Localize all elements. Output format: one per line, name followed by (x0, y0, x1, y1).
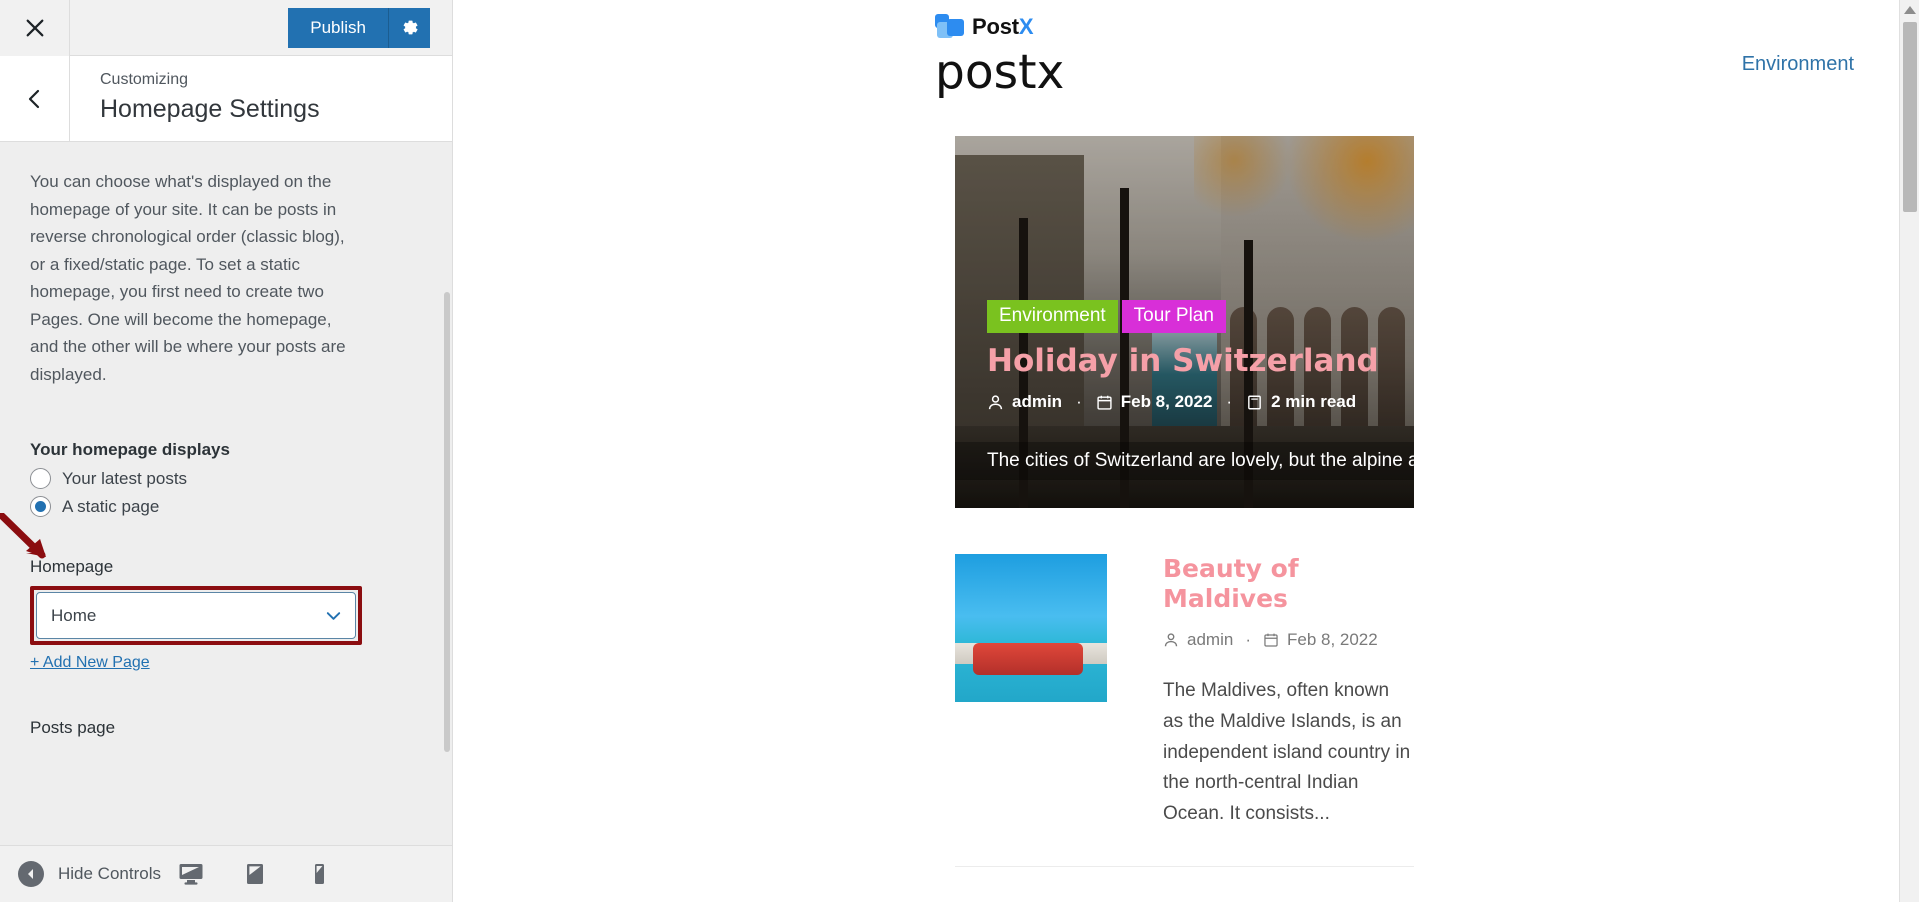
site-preview: PostX postx Environment Environment Tour… (453, 0, 1919, 902)
site-title: postx (935, 45, 1065, 100)
read-time-icon (1248, 395, 1261, 409)
panel-description: You can choose what's displayed on the h… (30, 172, 346, 384)
site-header: PostX postx Environment (453, 0, 1919, 136)
post-thumbnail[interactable] (955, 554, 1107, 702)
hide-controls-label: Hide Controls (58, 864, 161, 883)
badge-tour-plan[interactable]: Tour Plan (1121, 299, 1226, 333)
hero-excerpt: The cities of Switzerland are lovely, bu… (955, 442, 1414, 480)
homepage-select[interactable]: Home (36, 592, 356, 640)
post-body: Beauty of Maldives admin · Feb 8, 2022 T… (1163, 554, 1414, 830)
hero-post-title[interactable]: Holiday in Switzerland (987, 343, 1379, 380)
post-date: Feb 8, 2022 (1286, 630, 1378, 649)
chevron-left-icon (28, 89, 39, 108)
badge-environment[interactable]: Environment (987, 299, 1118, 333)
hero-post-meta: admin · Feb 8, 2022 · 2 min read (987, 392, 1379, 412)
meta-separator: · (1226, 392, 1233, 411)
desktop-icon[interactable] (178, 861, 204, 887)
hero-badges: Environment Tour Plan (987, 299, 1379, 333)
customizer-sidebar: Publish Customizing Homepage Settings Yo… (0, 0, 453, 902)
radio-latest-posts[interactable]: Your latest posts (30, 468, 422, 490)
scroll-up-icon[interactable] (1903, 6, 1916, 14)
meta-separator: · (1076, 392, 1082, 411)
nav-item-environment[interactable]: Environment (1742, 53, 1854, 76)
hero-read-time: 2 min read (1246, 392, 1356, 412)
scrollbar-thumb[interactable] (1903, 22, 1917, 212)
publish-button[interactable]: Publish (288, 7, 388, 48)
homepage-displays-label: Your homepage displays (30, 440, 230, 460)
post-title[interactable]: Beauty of Maldives (1163, 554, 1414, 614)
site-logo[interactable]: PostX (453, 14, 1919, 40)
page-title: Homepage Settings (100, 94, 320, 123)
post-list: Beauty of Maldives admin · Feb 8, 2022 T… (955, 508, 1414, 902)
close-icon (26, 19, 43, 37)
post-author: admin (1187, 630, 1234, 649)
posts-page-label: Posts page (30, 718, 116, 738)
tablet-icon[interactable] (242, 861, 268, 887)
customizer-topbar: Publish (0, 0, 452, 56)
publish-settings-button[interactable] (388, 7, 430, 48)
radio-static-page[interactable]: A static page (30, 496, 422, 518)
customizer-preview-app: Publish Customizing Homepage Settings Yo… (0, 0, 1919, 902)
publish-group: Publish (288, 7, 430, 48)
device-preview-group (178, 861, 430, 887)
hero-post-card[interactable]: Environment Tour Plan Holiday in Switzer… (955, 136, 1414, 508)
hero-author-name: admin (1012, 392, 1063, 411)
breadcrumb: Customizing (100, 71, 189, 88)
homepage-select-value: Home (51, 605, 97, 625)
hero-content: Environment Tour Plan Holiday in Switzer… (987, 299, 1379, 412)
radio-latest-posts-indicator[interactable] (30, 468, 51, 490)
close-customizer-button[interactable] (0, 0, 70, 56)
add-new-page-link[interactable]: + Add New Page (30, 654, 150, 672)
homepage-select-highlight: Home (30, 586, 362, 646)
post-excerpt: The Maldives, often known as the Maldive… (1163, 680, 1411, 825)
chevron-down-icon (326, 611, 341, 620)
hero-author: admin (987, 392, 1062, 412)
customizer-panel-body: You can choose what's displayed on the h… (0, 142, 452, 845)
gear-icon (403, 20, 418, 35)
calendar-icon (1264, 633, 1278, 647)
hide-controls-button[interactable]: Hide Controls (18, 861, 161, 887)
customizer-bottombar: Hide Controls (0, 845, 452, 902)
panel-titles: Customizing Homepage Settings (70, 56, 320, 141)
logo-text: PostX (972, 14, 1034, 40)
radio-latest-posts-label: Your latest posts (62, 468, 188, 488)
caret-left-circle-icon (18, 861, 44, 887)
user-icon (988, 394, 1003, 409)
calendar-icon (1097, 395, 1112, 410)
customizer-panel-header: Customizing Homepage Settings (0, 56, 452, 142)
radio-static-page-label: A static page (62, 496, 160, 516)
back-button[interactable] (0, 56, 70, 141)
meta-separator: · (1245, 630, 1251, 649)
hero-read-time-value: 2 min read (1271, 392, 1357, 411)
preview-scrollbar[interactable] (1899, 0, 1919, 902)
mobile-icon[interactable] (306, 861, 332, 887)
logo-text-b: X (1018, 14, 1034, 39)
postx-logo-icon (935, 14, 965, 40)
hero-date: Feb 8, 2022 (1096, 392, 1213, 412)
site-body: Environment Tour Plan Holiday in Switzer… (453, 136, 1919, 902)
hero-date-value: Feb 8, 2022 (1120, 392, 1213, 411)
customizer-scrollbar[interactable] (444, 292, 450, 752)
post-meta: admin · Feb 8, 2022 (1163, 630, 1414, 650)
annotation-arrow (0, 513, 46, 559)
logo-text-a: Post (972, 14, 1019, 39)
user-icon (1164, 633, 1178, 647)
list-item[interactable]: Beauty of Maldives admin · Feb 8, 2022 T… (955, 554, 1414, 867)
homepage-field-label: Homepage (30, 557, 114, 577)
